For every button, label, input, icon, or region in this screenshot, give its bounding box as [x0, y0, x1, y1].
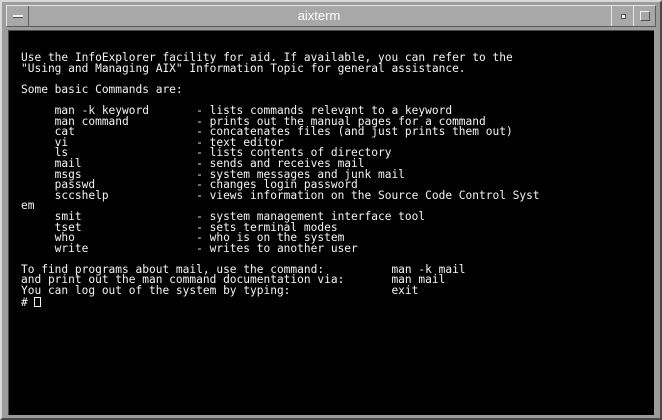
maximize-button[interactable]	[633, 6, 655, 26]
terminal-output: Use the InfoExplorer facility for aid. I…	[21, 51, 540, 298]
text-cursor	[34, 296, 42, 307]
terminal-area[interactable]: Use the InfoExplorer facility for aid. I…	[8, 30, 654, 415]
window-title: aixterm	[297, 8, 341, 23]
minimize-button[interactable]	[611, 6, 633, 26]
shell-prompt: #	[21, 295, 35, 309]
window-menu-button[interactable]	[7, 6, 29, 26]
window-menu-icon	[13, 15, 23, 18]
aixterm-window: aixterm Use the InfoExplorer facility fo…	[0, 0, 662, 420]
terminal-screen[interactable]: Use the InfoExplorer facility for aid. I…	[21, 51, 654, 309]
maximize-icon	[640, 11, 650, 21]
minimize-icon	[621, 14, 626, 19]
title-bar[interactable]: aixterm	[6, 5, 656, 27]
